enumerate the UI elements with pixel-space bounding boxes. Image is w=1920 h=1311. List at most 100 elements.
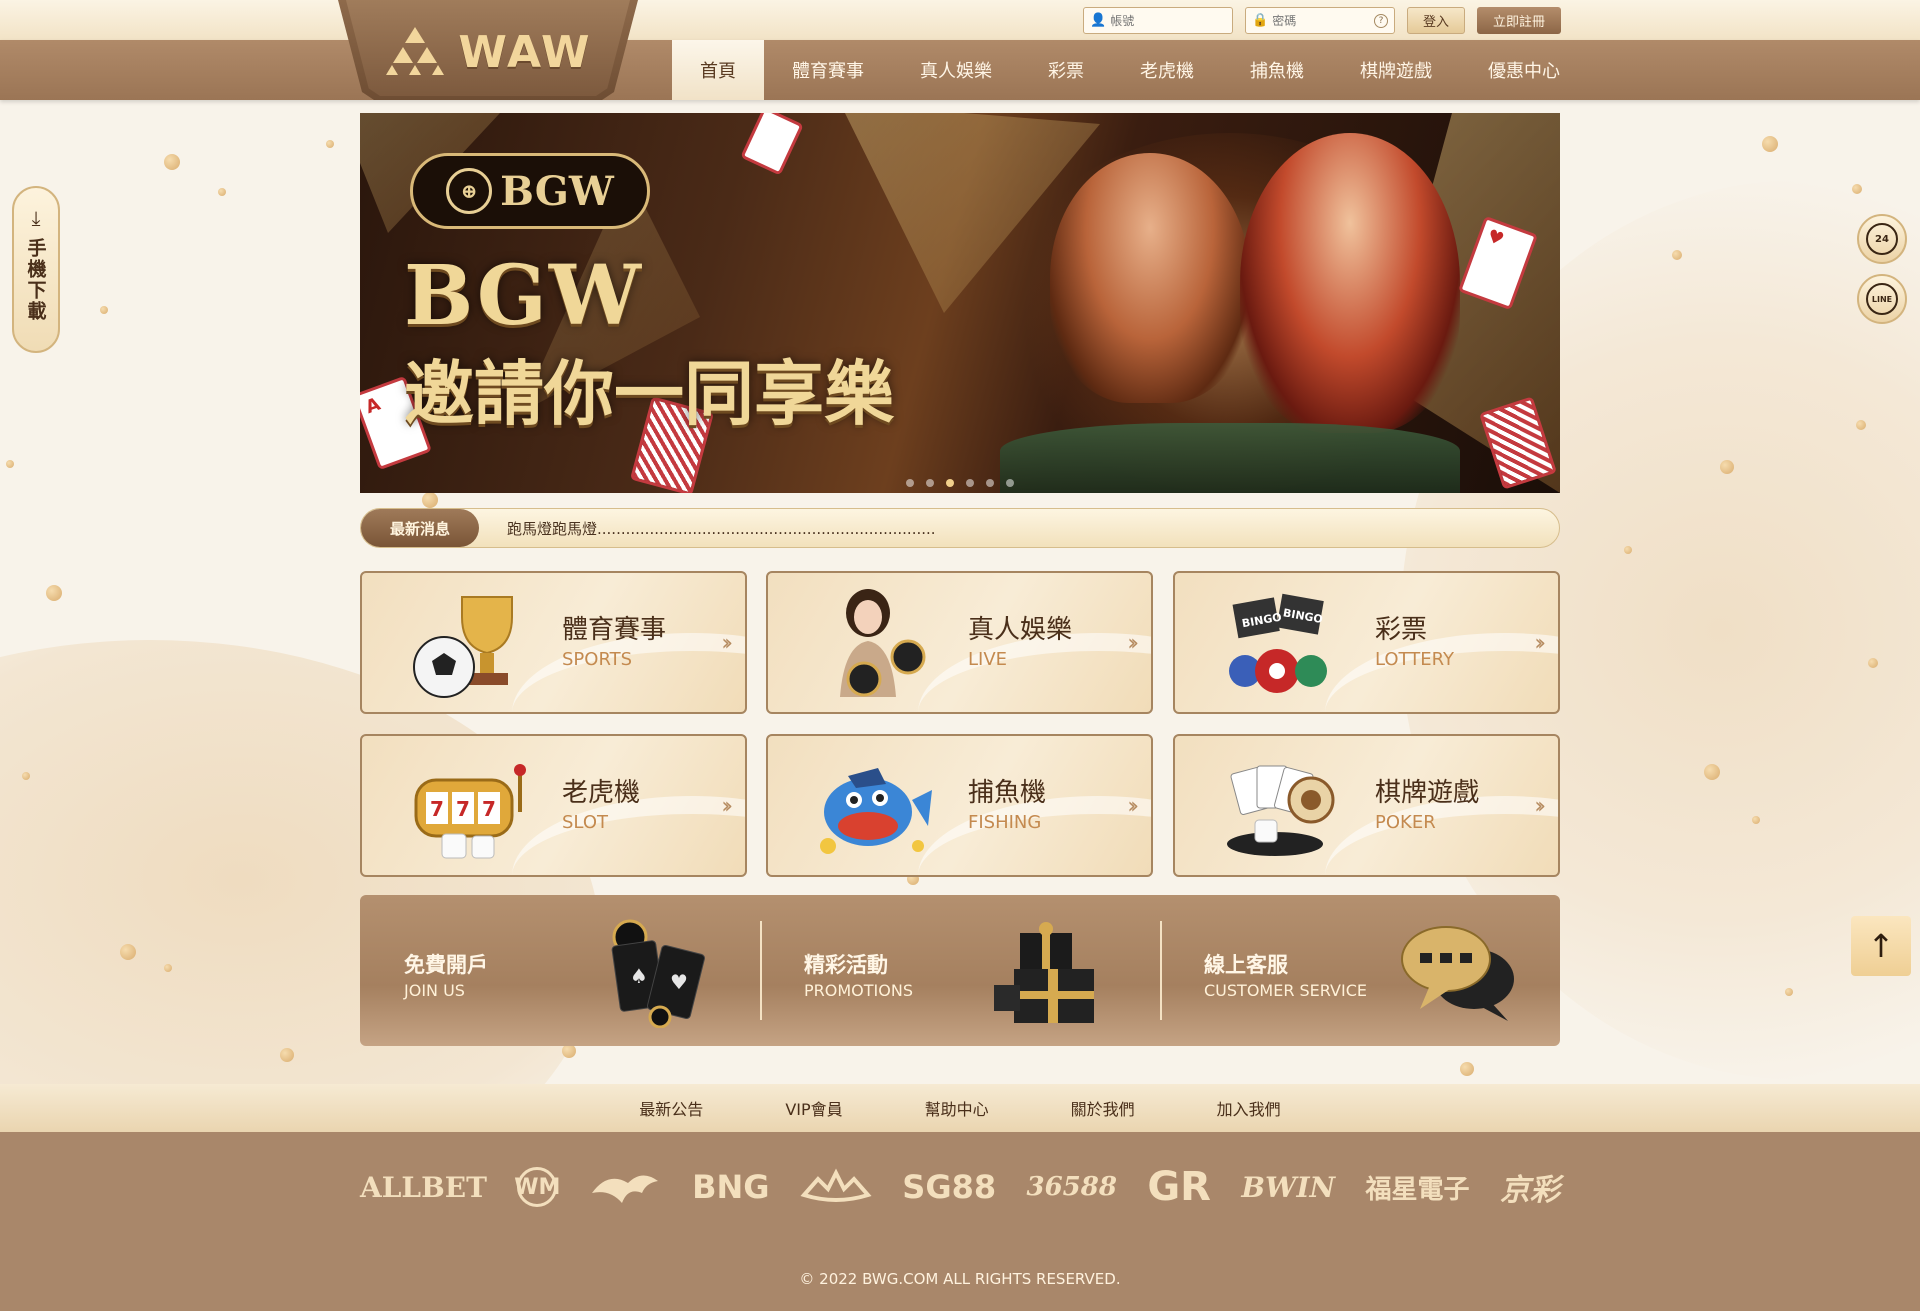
mobile-download-button[interactable]: ⤓ 手機下載 — [12, 186, 60, 353]
line-button[interactable]: LINE — [1857, 274, 1907, 324]
nav-item-sports[interactable]: 體育賽事 — [764, 40, 892, 100]
promo-title: 精彩活動 — [804, 953, 888, 977]
partner-logo-bwin: BWIN — [1241, 1170, 1336, 1204]
promo-title: 線上客服 — [1204, 953, 1288, 977]
partner-logo-gr: GR — [1147, 1164, 1211, 1210]
svg-text:7: 7 — [456, 797, 470, 821]
slider-dot[interactable] — [926, 479, 934, 487]
top-bar — [0, 0, 1920, 40]
svg-text:♥: ♥ — [670, 970, 688, 994]
nav-item-fishing[interactable]: 捕魚機 — [1222, 40, 1332, 100]
partner-logo-crown-icon — [800, 1168, 872, 1202]
category-sports[interactable]: 體育賽事 SPORTS ›› — [360, 571, 747, 714]
promo-subtitle: JOIN US — [404, 981, 465, 1000]
footer-link-help[interactable]: 幫助中心 — [925, 1096, 989, 1120]
nav-item-slot[interactable]: 老虎機 — [1112, 40, 1222, 100]
footer-link-announcements[interactable]: 最新公告 — [639, 1096, 703, 1120]
promo-promotions[interactable]: 精彩活動 PROMOTIONS — [760, 895, 1160, 1046]
back-to-top-button[interactable]: ↑ — [1851, 916, 1911, 976]
nav-item-live[interactable]: 真人娛樂 — [892, 40, 1020, 100]
category-subtitle: SLOT — [562, 812, 608, 833]
bgw-badge-text: BGW — [500, 167, 614, 215]
phone-24-icon: 24 — [1866, 223, 1898, 255]
line-icon: LINE — [1866, 283, 1898, 315]
nav-item-promotions[interactable]: 優惠中心 — [1460, 40, 1588, 100]
nav-item-home[interactable]: 首頁 — [672, 40, 764, 100]
password-input[interactable] — [1272, 13, 1370, 28]
banner-subtitle: 邀請你一同享樂 — [404, 352, 894, 435]
login-area: 👤 🔒 ? 登入 立即註冊 — [1083, 7, 1561, 34]
account-field[interactable]: 👤 — [1083, 7, 1233, 34]
chat-bubble-icon — [1401, 926, 1514, 1021]
user-icon: 👤 — [1090, 13, 1107, 28]
footer-link-about[interactable]: 關於我們 — [1071, 1096, 1135, 1120]
password-field[interactable]: 🔒 ? — [1245, 7, 1395, 34]
category-live[interactable]: 真人娛樂 LIVE ›› — [766, 571, 1153, 714]
hero-banner[interactable]: A ♥ ⊕ BGW BGW 邀請你一同享樂 — [360, 113, 1560, 493]
slider-dot[interactable] — [1006, 479, 1014, 487]
account-input[interactable] — [1110, 13, 1226, 28]
svg-text:♠: ♠ — [630, 964, 648, 988]
promo-title: 免費開戶 — [404, 953, 488, 977]
live-dealer-icon — [840, 589, 926, 697]
nav-item-poker[interactable]: 棋牌遊戲 — [1332, 40, 1460, 100]
lock-icon: 🔒 — [1252, 13, 1269, 28]
footer-link-vip[interactable]: VIP會員 — [785, 1096, 842, 1120]
partner-logo-sg88: SG88 — [902, 1168, 997, 1206]
footer-links: 最新公告 VIP會員 幫助中心 關於我們 加入我們 — [0, 1084, 1920, 1132]
category-title: 真人娛樂 — [968, 615, 1073, 645]
fish-icon — [820, 768, 932, 854]
partner-logo-allbet: ALLBET — [360, 1170, 487, 1204]
slider-dot[interactable] — [966, 479, 974, 487]
chevron-right-icon: ›› — [1534, 631, 1545, 656]
promo-bar: 免費開戶 JOIN US ♠ ♥ 精彩活動 PROMOTIONS 線上客服 CU… — [360, 895, 1560, 1046]
register-button[interactable]: 立即註冊 — [1477, 7, 1561, 34]
partner-logos: ALLBET WM BNG SG88 36588 GR BWIN 福星電子 京彩 — [360, 1162, 1560, 1212]
chevron-right-icon: ›› — [721, 794, 732, 819]
slider-dot[interactable] — [986, 479, 994, 487]
download-icon: ⤓ — [31, 206, 41, 230]
bgw-badge: ⊕ BGW — [410, 153, 650, 229]
svg-text:7: 7 — [430, 797, 444, 821]
category-poker[interactable]: 棋牌遊戲 POKER ›› — [1173, 734, 1560, 877]
partner-logo-dragon-icon — [591, 1175, 658, 1203]
svg-text:7: 7 — [482, 797, 496, 821]
banner-title: BGW — [404, 248, 643, 344]
copyright-text: © 2022 BWG.COM ALL RIGHTS RESERVED. — [799, 1270, 1121, 1288]
gift-boxes-icon — [994, 922, 1094, 1023]
partner-logo-wm: WM — [514, 1167, 560, 1207]
bingo-balls-icon: BINGO BINGO — [1229, 593, 1327, 693]
partner-logo-bng: BNG — [692, 1168, 770, 1206]
promo-join[interactable]: 免費開戶 JOIN US ♠ ♥ — [360, 895, 760, 1046]
promo-subtitle: PROMOTIONS — [804, 981, 913, 1000]
chevron-right-icon: ›› — [721, 631, 732, 656]
category-title: 老虎機 — [562, 778, 641, 808]
support-24h-button[interactable]: 24 — [1857, 214, 1907, 264]
login-button[interactable]: 登入 — [1407, 7, 1465, 34]
category-lottery[interactable]: BINGO BINGO 彩票 LOTTERY ›› — [1173, 571, 1560, 714]
category-fishing[interactable]: 捕魚機 FISHING ›› — [766, 734, 1153, 877]
category-subtitle: LOTTERY — [1375, 649, 1454, 670]
promo-customer-service[interactable]: 線上客服 CUSTOMER SERVICE — [1160, 895, 1560, 1046]
cards-chips-icon: ♠ ♥ — [611, 919, 705, 1028]
bgw-emblem-icon: ⊕ — [446, 168, 493, 214]
news-tag: 最新消息 — [361, 509, 479, 547]
help-icon[interactable]: ? — [1374, 13, 1388, 28]
slider-dot-active[interactable] — [946, 479, 954, 487]
logo[interactable]: WAW — [338, 0, 638, 100]
category-title: 棋牌遊戲 — [1375, 778, 1480, 808]
chevron-right-icon: ›› — [1534, 794, 1545, 819]
footer: ALLBET WM BNG SG88 36588 GR BWIN 福星電子 京彩… — [0, 1132, 1920, 1311]
category-slot[interactable]: 7 7 7 老虎機 SLOT ›› — [360, 734, 747, 877]
partner-logo-jingcai: 京彩 — [1499, 1173, 1560, 1208]
slider-dot[interactable] — [906, 479, 914, 487]
category-title: 彩票 — [1375, 615, 1428, 645]
nav-item-lottery[interactable]: 彩票 — [1020, 40, 1112, 100]
category-subtitle: FISHING — [968, 812, 1042, 833]
footer-link-join[interactable]: 加入我們 — [1217, 1096, 1281, 1120]
poker-chips-icon — [1227, 765, 1335, 856]
main-nav: 首頁 體育賽事 真人娛樂 彩票 老虎機 捕魚機 棋牌遊戲 優惠中心 — [672, 40, 1588, 100]
slot-machine-icon: 7 7 7 — [414, 764, 526, 859]
arrow-up-icon: ↑ — [1867, 927, 1895, 965]
news-text[interactable]: 跑馬燈跑馬燈..................................… — [507, 518, 936, 539]
